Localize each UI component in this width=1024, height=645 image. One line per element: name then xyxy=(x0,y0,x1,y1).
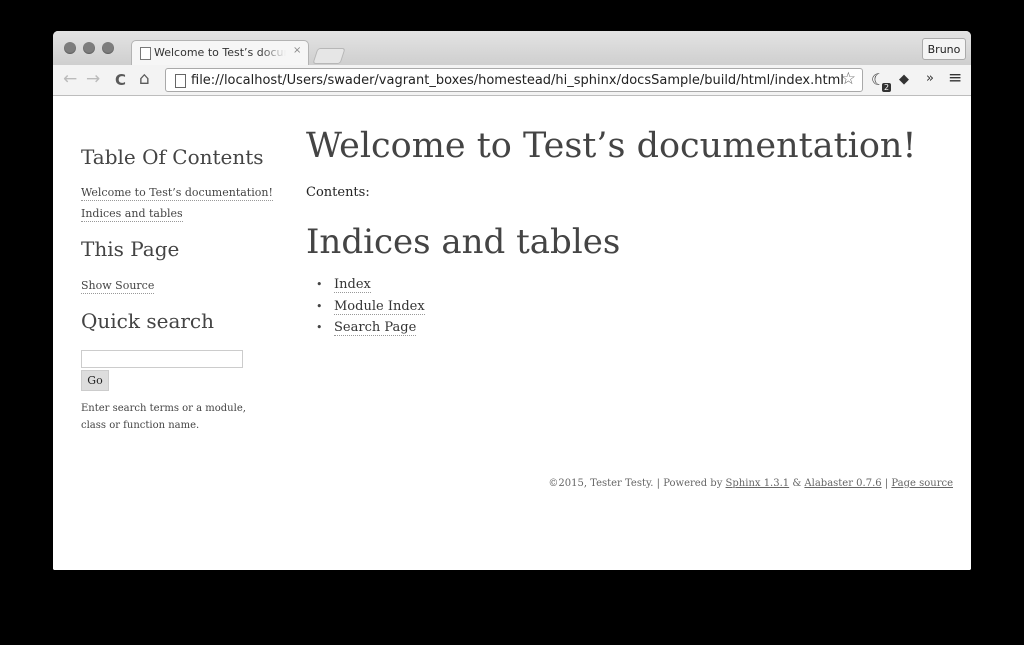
close-window-button[interactable] xyxy=(64,42,76,54)
extension-icon[interactable]: ◆ xyxy=(899,72,909,87)
search-hint: Enter search terms or a module, class or… xyxy=(81,403,246,431)
minimize-window-button[interactable] xyxy=(83,42,95,54)
page-icon xyxy=(140,47,151,60)
indices-heading: Indices and tables xyxy=(306,222,621,262)
show-source-link[interactable]: Show Source xyxy=(81,279,155,294)
reload-icon[interactable]: C xyxy=(115,70,126,90)
page-icon xyxy=(175,74,186,88)
module-index-link[interactable]: Module Index xyxy=(334,298,425,315)
copyright-text: ©2015, Tester Testy. | Powered by xyxy=(548,478,726,489)
sphinx-link[interactable]: Sphinx 1.3.1 xyxy=(726,478,790,489)
tab-title: Welcome to Test’s documentation! xyxy=(154,46,286,59)
address-bar[interactable]: file://localhost/Users/swader/vagrant_bo… xyxy=(165,68,863,92)
footer-separator: | xyxy=(881,478,892,489)
bookmark-star-icon[interactable]: ☆ xyxy=(841,69,856,89)
menu-icon[interactable]: ≡ xyxy=(948,68,962,88)
page-content: Table Of Contents Welcome to Test’s docu… xyxy=(53,96,971,570)
url-text[interactable]: file://localhost/Users/swader/vagrant_bo… xyxy=(191,73,844,88)
tab-strip: Welcome to Test’s documentation! × Bruno xyxy=(53,31,971,65)
page-source-link[interactable]: Page source xyxy=(891,478,953,489)
this-page-heading: This Page xyxy=(81,237,180,261)
tab-close-icon[interactable]: × xyxy=(293,45,301,56)
go-button[interactable]: Go xyxy=(81,370,109,391)
home-icon[interactable]: ⌂ xyxy=(139,69,150,89)
quick-search-heading: Quick search xyxy=(81,309,215,333)
toc-link-indices[interactable]: Indices and tables xyxy=(81,207,183,222)
profile-button[interactable]: Bruno xyxy=(922,38,966,60)
extensions-overflow-icon[interactable]: » xyxy=(926,71,934,86)
list-item: Module Index xyxy=(316,296,425,318)
browser-toolbar: ← → C ⌂ file://localhost/Users/swader/va… xyxy=(53,65,971,96)
browser-window: Welcome to Test’s documentation! × Bruno… xyxy=(53,31,971,570)
index-link[interactable]: Index xyxy=(334,277,371,293)
zoom-window-button[interactable] xyxy=(102,42,114,54)
search-page-link[interactable]: Search Page xyxy=(334,320,417,336)
forward-icon[interactable]: → xyxy=(86,69,100,89)
new-tab-button[interactable] xyxy=(312,48,346,64)
indices-list: Index Module Index Search Page xyxy=(316,274,425,339)
footer: ©2015, Tester Testy. | Powered by Sphinx… xyxy=(548,478,953,489)
back-icon[interactable]: ← xyxy=(63,69,77,89)
contents-label: Contents: xyxy=(306,185,370,200)
alabaster-link[interactable]: Alabaster 0.7.6 xyxy=(804,478,881,489)
extension-badge: 2 xyxy=(882,83,892,92)
footer-amp: & xyxy=(789,478,805,489)
toc-heading: Table Of Contents xyxy=(81,145,264,169)
list-item: Index xyxy=(316,274,425,296)
page-title: Welcome to Test’s documentation! xyxy=(306,126,917,166)
toc-link-welcome[interactable]: Welcome to Test’s documentation! xyxy=(81,186,273,201)
browser-tab[interactable]: Welcome to Test’s documentation! × xyxy=(131,40,309,65)
list-item: Search Page xyxy=(316,317,425,339)
search-input[interactable] xyxy=(81,350,243,368)
